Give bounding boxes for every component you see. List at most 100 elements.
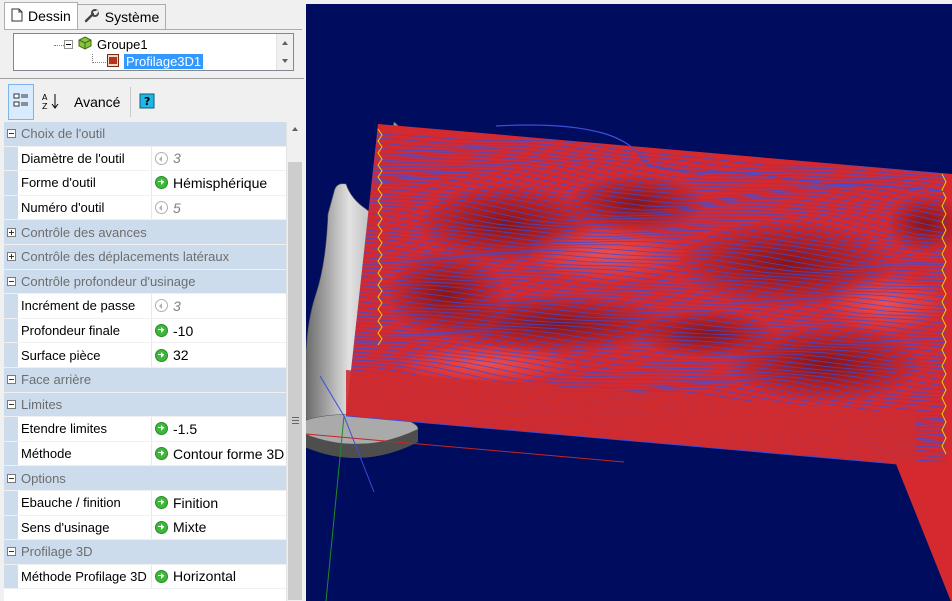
sort-az-icon: AZ (41, 92, 61, 113)
advanced-button[interactable]: Avancé (68, 86, 126, 118)
property-value[interactable]: 3 (170, 294, 286, 318)
property-value[interactable]: -10 (170, 319, 286, 343)
property-row[interactable]: Incrément de passe 3 (4, 294, 286, 319)
category-toggle[interactable] (4, 540, 18, 564)
wrench-icon (84, 8, 100, 26)
3d-viewport[interactable] (306, 4, 952, 601)
tree-scrollbar[interactable] (276, 34, 293, 70)
minus-box-icon (6, 547, 16, 557)
property-category[interactable]: Options (4, 466, 286, 491)
object-tree[interactable]: Groupe1 Profilage3D1 (13, 33, 294, 71)
override-set-icon (154, 569, 168, 583)
tree-node-toolpath[interactable]: Profilage3D1 (106, 53, 204, 70)
category-toggle[interactable] (4, 393, 18, 417)
property-state[interactable] (152, 516, 170, 540)
scroll-down-icon[interactable] (282, 59, 288, 63)
property-category[interactable]: Limites (4, 392, 286, 418)
override-set-icon (154, 447, 168, 461)
property-category[interactable]: Contrôle profondeur d'usinage (4, 269, 286, 295)
category-toggle[interactable] (4, 245, 18, 269)
category-label: Contrôle profondeur d'usinage (21, 273, 196, 289)
scroll-up-icon[interactable] (282, 41, 288, 45)
property-row[interactable]: Méthode Contour forme 3D (4, 441, 286, 467)
row-gutter (4, 294, 18, 318)
property-name: Incrément de passe (18, 294, 152, 318)
tab-bar: Dessin Système (4, 2, 167, 30)
property-name: Surface pièce (18, 343, 152, 367)
property-row[interactable]: Sens d'usinage Mixte (4, 515, 286, 541)
scroll-up-icon[interactable] (292, 127, 298, 131)
property-name: Forme d'outil (18, 171, 152, 195)
property-grid-scrollbar[interactable] (286, 122, 303, 601)
category-label: Contrôle des avances (21, 224, 147, 240)
app-window: Dessin Système Groupe1 Profilage3D1 A Z … (0, 0, 952, 601)
property-category[interactable]: Face arrière (4, 367, 286, 393)
plus-box-icon (6, 227, 16, 237)
inherited-icon (154, 201, 168, 215)
property-category[interactable]: Profilage 3D (4, 540, 286, 565)
property-row[interactable]: Méthode Profilage 3D Horizontal (4, 564, 286, 590)
override-set-icon (154, 496, 168, 510)
tab-dessin[interactable]: Dessin (4, 2, 78, 29)
property-row[interactable]: Numéro d'outil 5 (4, 195, 286, 221)
category-toggle[interactable] (4, 270, 18, 294)
property-state[interactable] (152, 442, 170, 466)
property-row[interactable]: Forme d'outil Hémisphérique (4, 171, 286, 196)
property-name: Diamètre de l'outil (18, 146, 152, 171)
property-state[interactable] (152, 294, 170, 318)
property-value[interactable]: 5 (170, 196, 286, 220)
property-row[interactable]: Profondeur finale -10 (4, 318, 286, 344)
override-set-icon (154, 348, 168, 362)
property-row[interactable]: Diamètre de l'outil 3 (4, 146, 286, 172)
property-category[interactable]: Choix de l'outil (4, 122, 286, 147)
scroll-thumb[interactable] (288, 162, 302, 600)
collapse-toggle[interactable] (64, 40, 73, 49)
override-set-icon (154, 422, 168, 436)
property-value[interactable]: Finition (170, 491, 286, 515)
property-category[interactable]: Contrôle des déplacements latéraux (4, 244, 286, 270)
svg-text:A: A (42, 93, 48, 102)
property-state[interactable] (152, 417, 170, 441)
property-value[interactable]: -1.5 (170, 417, 286, 441)
category-toggle[interactable] (4, 368, 18, 392)
property-state[interactable] (152, 319, 170, 343)
property-state[interactable] (152, 343, 170, 367)
tree-node-group[interactable]: Groupe1 (64, 36, 148, 53)
alphabetical-sort-button[interactable]: AZ (38, 86, 64, 118)
property-state[interactable] (152, 147, 170, 171)
property-value[interactable]: Hémisphérique (170, 171, 286, 195)
help-button[interactable]: ? (135, 86, 159, 118)
tree-line (54, 45, 64, 46)
tab-systeme[interactable]: Système (76, 4, 167, 29)
property-state[interactable] (152, 196, 170, 220)
property-value[interactable]: 32 (170, 343, 286, 367)
category-label: Face arrière (21, 372, 92, 388)
property-row[interactable]: Etendre limites -1.5 (4, 417, 286, 442)
category-toggle[interactable] (4, 122, 18, 146)
property-row[interactable]: Ebauche / finition Finition (4, 490, 286, 516)
category-toggle[interactable] (4, 220, 18, 244)
property-category[interactable]: Contrôle des avances (4, 220, 286, 245)
row-gutter (4, 146, 18, 171)
document-icon (11, 8, 23, 25)
property-value[interactable]: 3 (170, 147, 286, 171)
property-state[interactable] (152, 491, 170, 515)
property-value[interactable]: Contour forme 3D (170, 442, 286, 466)
row-gutter (4, 490, 18, 515)
categorized-view-button[interactable] (8, 84, 34, 120)
property-value[interactable]: Mixte (170, 516, 286, 540)
inherited-icon (154, 299, 168, 313)
category-label: Options (21, 470, 66, 486)
tab-dessin-label: Dessin (28, 8, 71, 24)
category-toggle[interactable] (4, 466, 18, 490)
category-label: Limites (21, 396, 63, 412)
property-value[interactable]: Horizontal (170, 565, 286, 589)
panel-divider (0, 78, 304, 79)
minus-box-icon (6, 129, 16, 139)
minus-box-icon (6, 375, 16, 385)
property-row[interactable]: Surface pièce 32 (4, 343, 286, 368)
row-gutter (4, 171, 18, 195)
property-state[interactable] (152, 565, 170, 589)
svg-text:?: ? (144, 95, 150, 108)
property-state[interactable] (152, 171, 170, 195)
